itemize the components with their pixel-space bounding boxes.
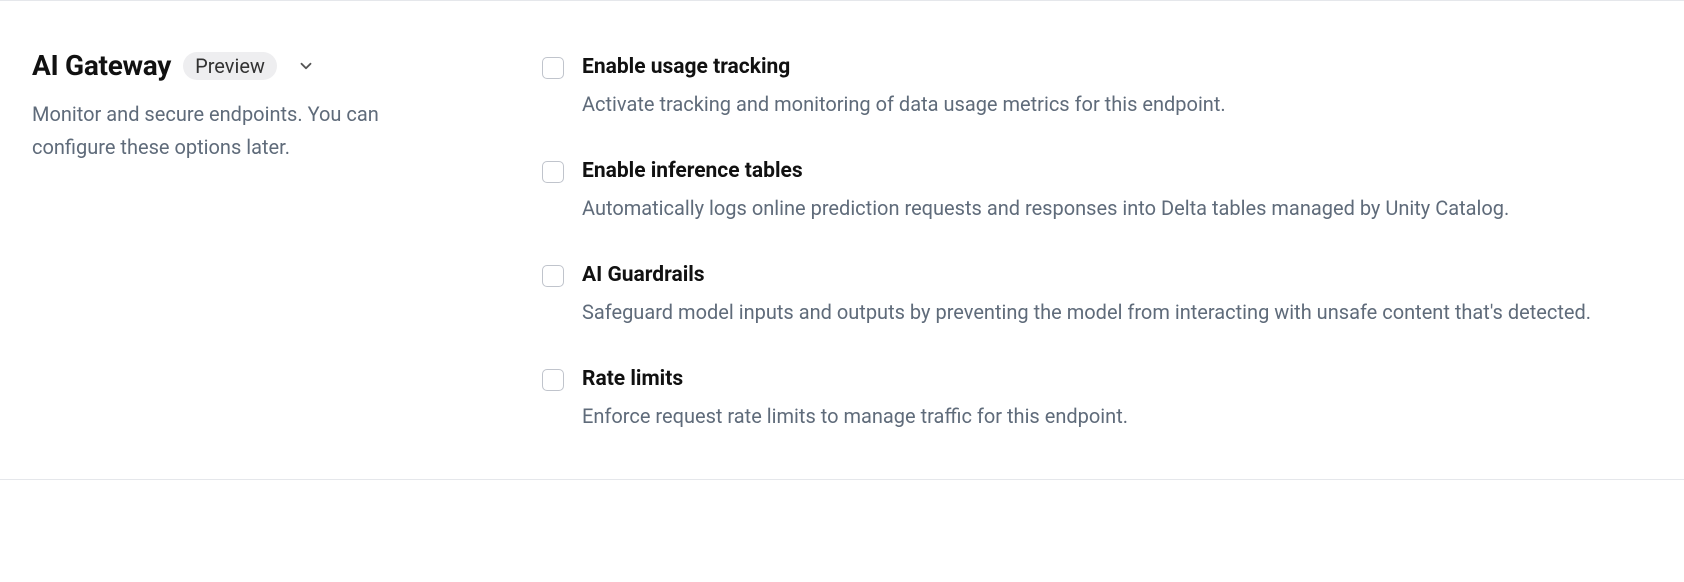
option-label: Enable usage tracking <box>582 55 1652 79</box>
option-label: AI Guardrails <box>582 263 1652 287</box>
options-column: Enable usage tracking Activate tracking … <box>542 49 1652 431</box>
ai-gateway-section: AI Gateway Preview Monitor and secure en… <box>0 0 1684 480</box>
usage-tracking-checkbox[interactable] <box>542 57 564 79</box>
rate-limits-checkbox[interactable] <box>542 369 564 391</box>
section-header-column: AI Gateway Preview Monitor and secure en… <box>32 49 462 431</box>
inference-tables-checkbox[interactable] <box>542 161 564 183</box>
ai-guardrails-checkbox[interactable] <box>542 265 564 287</box>
chevron-down-icon[interactable] <box>297 57 315 75</box>
preview-badge: Preview <box>183 52 277 80</box>
option-description: Activate tracking and monitoring of data… <box>582 89 1652 119</box>
section-header-row: AI Gateway Preview <box>32 49 462 82</box>
option-text: AI Guardrails Safeguard model inputs and… <box>582 263 1652 327</box>
section-title: AI Gateway <box>32 49 171 82</box>
option-usage-tracking: Enable usage tracking Activate tracking … <box>542 55 1652 119</box>
option-inference-tables: Enable inference tables Automatically lo… <box>542 159 1652 223</box>
option-text: Rate limits Enforce request rate limits … <box>582 367 1652 431</box>
option-text: Enable inference tables Automatically lo… <box>582 159 1652 223</box>
option-label: Rate limits <box>582 367 1652 391</box>
option-ai-guardrails: AI Guardrails Safeguard model inputs and… <box>542 263 1652 327</box>
option-description: Safeguard model inputs and outputs by pr… <box>582 297 1652 327</box>
section-description: Monitor and secure endpoints. You can co… <box>32 98 462 164</box>
option-label: Enable inference tables <box>582 159 1652 183</box>
option-rate-limits: Rate limits Enforce request rate limits … <box>542 367 1652 431</box>
option-description: Automatically logs online prediction req… <box>582 193 1652 223</box>
option-text: Enable usage tracking Activate tracking … <box>582 55 1652 119</box>
option-description: Enforce request rate limits to manage tr… <box>582 401 1652 431</box>
